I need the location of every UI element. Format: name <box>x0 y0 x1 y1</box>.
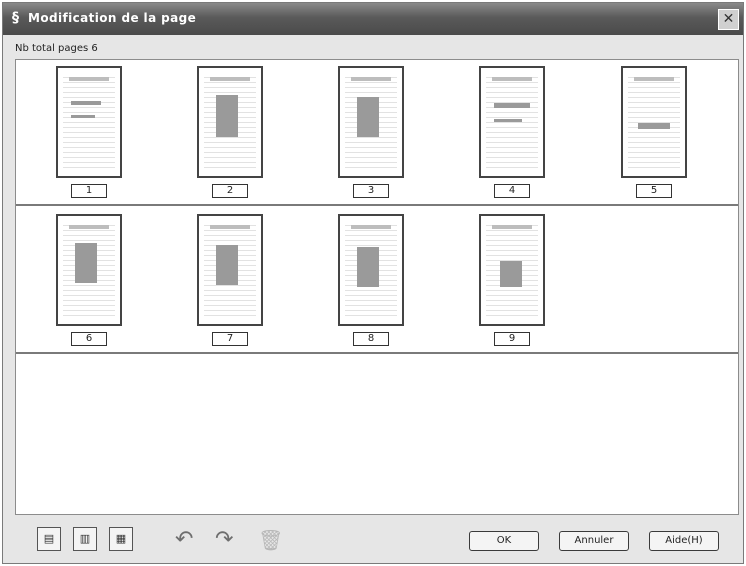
page-thumbnail[interactable]: 7 <box>195 208 267 354</box>
page-number-label: 1 <box>71 184 107 198</box>
thumbnail-row-2: 6 7 8 9 <box>16 208 738 354</box>
ok-button[interactable]: OK <box>469 531 539 551</box>
page-preview <box>338 66 404 178</box>
page-modification-dialog: § Modification de la page ✕ Nb total pag… <box>2 2 744 564</box>
page-number-label: 8 <box>353 332 389 346</box>
page-thumbnail[interactable]: 3 <box>336 60 408 206</box>
help-button[interactable]: Aide(H) <box>649 531 719 551</box>
page-thumbnail[interactable]: 6 <box>54 208 126 354</box>
window-title: Modification de la page <box>28 11 197 25</box>
cancel-button[interactable]: Annuler <box>559 531 629 551</box>
page-preview <box>56 214 122 326</box>
page-preview <box>338 214 404 326</box>
page-number-label: 7 <box>212 332 248 346</box>
page-preview <box>479 214 545 326</box>
page-number-label: 9 <box>494 332 530 346</box>
app-icon: § <box>12 10 19 26</box>
close-button[interactable]: ✕ <box>718 9 739 30</box>
page-view-1-icon[interactable]: ▤ <box>37 527 61 551</box>
page-preview <box>621 66 687 178</box>
thumbnail-row-1: 1 2 3 4 5 <box>16 60 738 206</box>
page-thumbnail[interactable]: 5 <box>619 60 691 206</box>
page-preview <box>197 214 263 326</box>
page-thumbnail[interactable]: 8 <box>336 208 408 354</box>
page-thumbnail-viewer[interactable]: 1 2 3 4 5 6 7 8 9 <box>15 59 739 515</box>
page-preview <box>479 66 545 178</box>
page-number-label: 5 <box>636 184 672 198</box>
delete-icon[interactable]: 🗑 <box>258 529 283 551</box>
page-thumbnail[interactable]: 1 <box>54 60 126 206</box>
title-bar[interactable]: § Modification de la page ✕ <box>3 3 743 35</box>
rotate-right-icon[interactable]: ↷ <box>215 529 233 551</box>
rotate-left-icon[interactable]: ↶ <box>175 529 193 551</box>
page-preview <box>197 66 263 178</box>
page-view-3-icon[interactable]: ▦ <box>109 527 133 551</box>
page-preview <box>56 66 122 178</box>
page-thumbnail[interactable]: 9 <box>477 208 549 354</box>
page-number-label: 4 <box>494 184 530 198</box>
page-thumbnail[interactable]: 4 <box>477 60 549 206</box>
page-number-label: 6 <box>71 332 107 346</box>
page-thumbnail[interactable]: 2 <box>195 60 267 206</box>
page-number-label: 3 <box>353 184 389 198</box>
page-number-label: 2 <box>212 184 248 198</box>
total-pages-label: Nb total pages 6 <box>15 43 98 54</box>
page-view-2-icon[interactable]: ▥ <box>73 527 97 551</box>
